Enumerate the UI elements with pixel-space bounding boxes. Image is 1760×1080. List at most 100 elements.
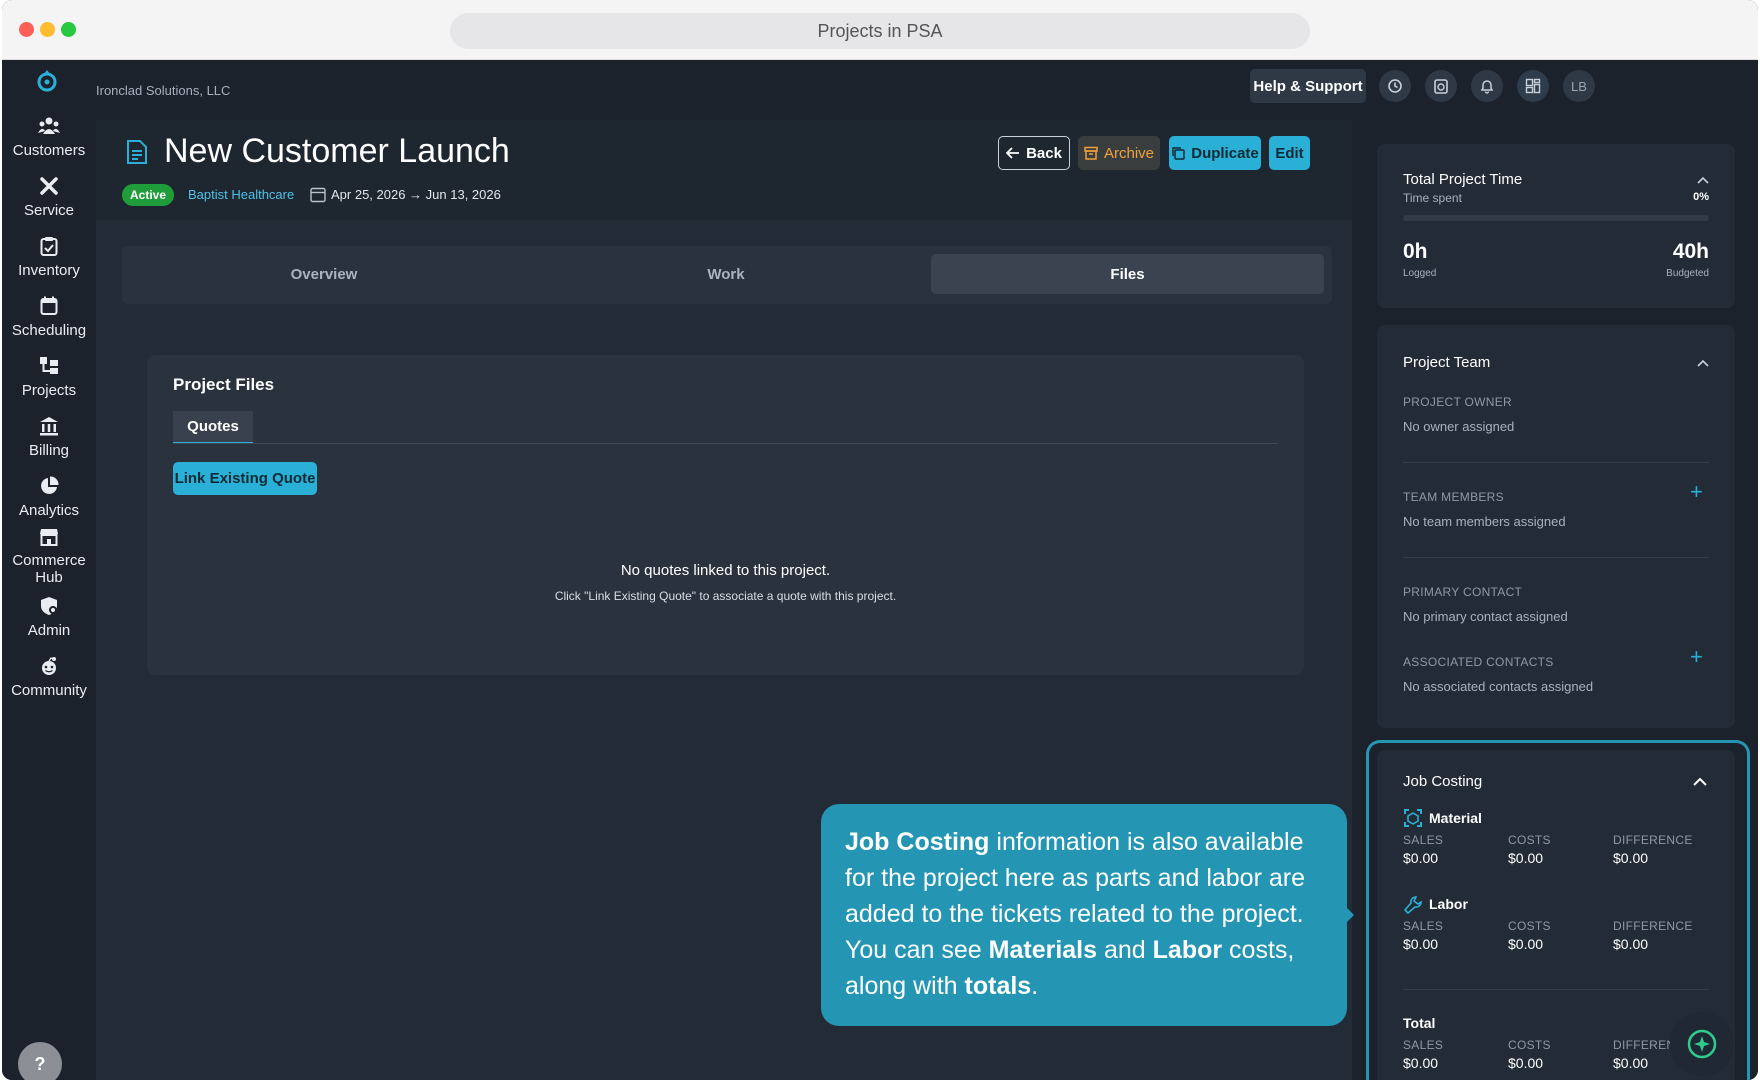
arrow-left-icon xyxy=(1006,147,1020,159)
sidebar-item-analytics[interactable]: Analytics xyxy=(2,476,96,519)
total-diff-value: $0.00 xyxy=(1613,1055,1649,1071)
divider xyxy=(1403,989,1709,990)
sidebar-item-label-2: Hub xyxy=(35,569,63,586)
sidebar-item-service[interactable]: Service xyxy=(2,176,96,219)
divider xyxy=(1403,557,1709,558)
calendar-icon xyxy=(310,187,326,203)
archive-label: Archive xyxy=(1103,144,1155,162)
tooltip-text-2: and xyxy=(1097,936,1153,964)
sidebar-item-scheduling[interactable]: Scheduling xyxy=(2,296,96,339)
duplicate-label: Duplicate xyxy=(1191,144,1259,162)
labor-costs-label: COSTS xyxy=(1508,919,1551,933)
associated-contacts-label: ASSOCIATED CONTACTS xyxy=(1403,655,1554,669)
link-existing-quote-button[interactable]: Link Existing Quote xyxy=(173,462,317,495)
project-team-card: Project Team PROJECT OWNER No owner assi… xyxy=(1377,325,1735,728)
labor-costs-value: $0.00 xyxy=(1508,936,1544,952)
avatar[interactable]: LB xyxy=(1563,70,1595,102)
sidebar-item-admin[interactable]: Admin xyxy=(2,596,96,639)
time-percent: 0% xyxy=(1693,191,1709,203)
edit-button[interactable]: Edit xyxy=(1269,136,1310,170)
community-icon xyxy=(42,657,56,675)
logged-label: Logged xyxy=(1403,268,1437,279)
labor-sales-label: SALES xyxy=(1403,919,1444,933)
labor-sales-value: $0.00 xyxy=(1403,936,1439,952)
app-logo[interactable] xyxy=(35,68,59,99)
back-button[interactable]: Back xyxy=(998,136,1070,170)
sidebar-item-label: Analytics xyxy=(18,502,80,519)
help-support-button[interactable]: Help & Support xyxy=(1250,69,1366,103)
tab-work[interactable]: Work xyxy=(526,254,926,294)
sidebar-item-label: Scheduling xyxy=(11,322,87,339)
date-range: Apr 25, 2026 → Jun 13, 2026 xyxy=(331,187,501,202)
page-title: New Customer Launch xyxy=(164,132,510,170)
tab-bar: Overview Work Files xyxy=(122,246,1332,304)
maximize-window-button[interactable] xyxy=(61,22,76,37)
archive-button[interactable]: Archive xyxy=(1078,136,1160,170)
material-sales-label: SALES xyxy=(1403,833,1444,847)
customer-link[interactable]: Baptist Healthcare xyxy=(188,187,294,202)
sidebar-item-billing[interactable]: Billing xyxy=(2,416,96,459)
sidebar-item-label: Customers xyxy=(12,142,86,159)
budgeted-label: Budgeted xyxy=(1666,268,1709,279)
tab-label: Files xyxy=(1110,265,1145,283)
assistant-button[interactable] xyxy=(1670,1012,1734,1076)
add-member-button[interactable]: + xyxy=(1690,481,1703,503)
minimize-window-button[interactable] xyxy=(40,22,55,37)
sidebar-item-label: Commerce xyxy=(12,552,86,569)
notifications-button[interactable] xyxy=(1471,70,1503,102)
close-window-button[interactable] xyxy=(19,22,34,37)
duplicate-button[interactable]: Duplicate xyxy=(1169,136,1261,170)
tooltip-text-4: . xyxy=(1031,972,1039,1000)
history-button[interactable] xyxy=(1379,70,1411,102)
dashboard-icon xyxy=(1525,78,1541,94)
tooltip-bold-1: Job Costing xyxy=(845,828,990,856)
tab-overview[interactable]: Overview xyxy=(122,254,526,294)
chevron-up-icon[interactable] xyxy=(1697,176,1709,184)
material-costs-value: $0.00 xyxy=(1508,850,1544,866)
bell-icon xyxy=(1480,80,1494,94)
company-name: Ironclad Solutions, LLC xyxy=(96,83,231,98)
status-badge: Active xyxy=(122,184,175,206)
card-title: Job Costing xyxy=(1403,773,1483,790)
material-diff-value: $0.00 xyxy=(1613,850,1649,866)
admin-icon xyxy=(41,597,57,615)
timer-button[interactable] xyxy=(1425,70,1457,102)
edit-label: Edit xyxy=(1275,144,1304,162)
sidebar-item-projects[interactable]: Projects xyxy=(2,356,96,399)
tab-files[interactable]: Files xyxy=(931,254,1324,294)
empty-state-title: No quotes linked to this project. xyxy=(620,562,831,579)
scheduling-icon xyxy=(40,296,58,315)
help-support-label: Help & Support xyxy=(1253,77,1363,95)
sidebar-item-label: Admin xyxy=(27,622,71,639)
tab-label: Work xyxy=(707,265,745,283)
help-button[interactable]: ? xyxy=(18,1042,62,1080)
project-files-card: Project Files Quotes Link Existing Quote… xyxy=(147,355,1304,675)
members-label: TEAM MEMBERS xyxy=(1403,490,1504,504)
sidebar-item-community[interactable]: Community xyxy=(2,656,96,699)
labor-label: Labor xyxy=(1429,896,1468,912)
chevron-up-icon[interactable] xyxy=(1697,359,1709,367)
sidebar-item-label: Community xyxy=(11,682,87,699)
sidebar-item-inventory[interactable]: Inventory xyxy=(2,236,96,279)
add-associated-contact-button[interactable]: + xyxy=(1690,646,1703,668)
sidebar-item-commerce-hub[interactable]: Commerce Hub xyxy=(2,528,96,586)
subtab-quotes[interactable]: Quotes xyxy=(173,411,253,444)
material-diff-label: DIFFERENCE xyxy=(1613,833,1693,847)
associated-contacts-value: No associated contacts assigned xyxy=(1403,679,1594,694)
help-button-label: ? xyxy=(34,1053,46,1074)
archive-icon xyxy=(1084,146,1098,160)
billing-icon xyxy=(40,417,58,436)
tooltip-bold-3: Labor xyxy=(1152,936,1223,964)
customers-icon xyxy=(38,117,60,134)
sidebar: Customers Service Inventory Scheduling P… xyxy=(2,60,96,1080)
tab-label: Overview xyxy=(290,265,358,283)
card-title: Project Team xyxy=(1403,354,1491,371)
labor-diff-value: $0.00 xyxy=(1613,936,1649,952)
sidebar-item-label: Billing xyxy=(28,442,70,459)
dashboard-button[interactable] xyxy=(1517,70,1549,102)
sidebar-item-customers[interactable]: Customers xyxy=(2,116,96,159)
title-bar: Projects in PSA xyxy=(2,0,1758,60)
section-title: Project Files xyxy=(173,375,275,394)
project-time-card: Total Project Time Time spent 0% 0h Logg… xyxy=(1377,144,1735,308)
chevron-up-icon[interactable] xyxy=(1693,777,1707,786)
